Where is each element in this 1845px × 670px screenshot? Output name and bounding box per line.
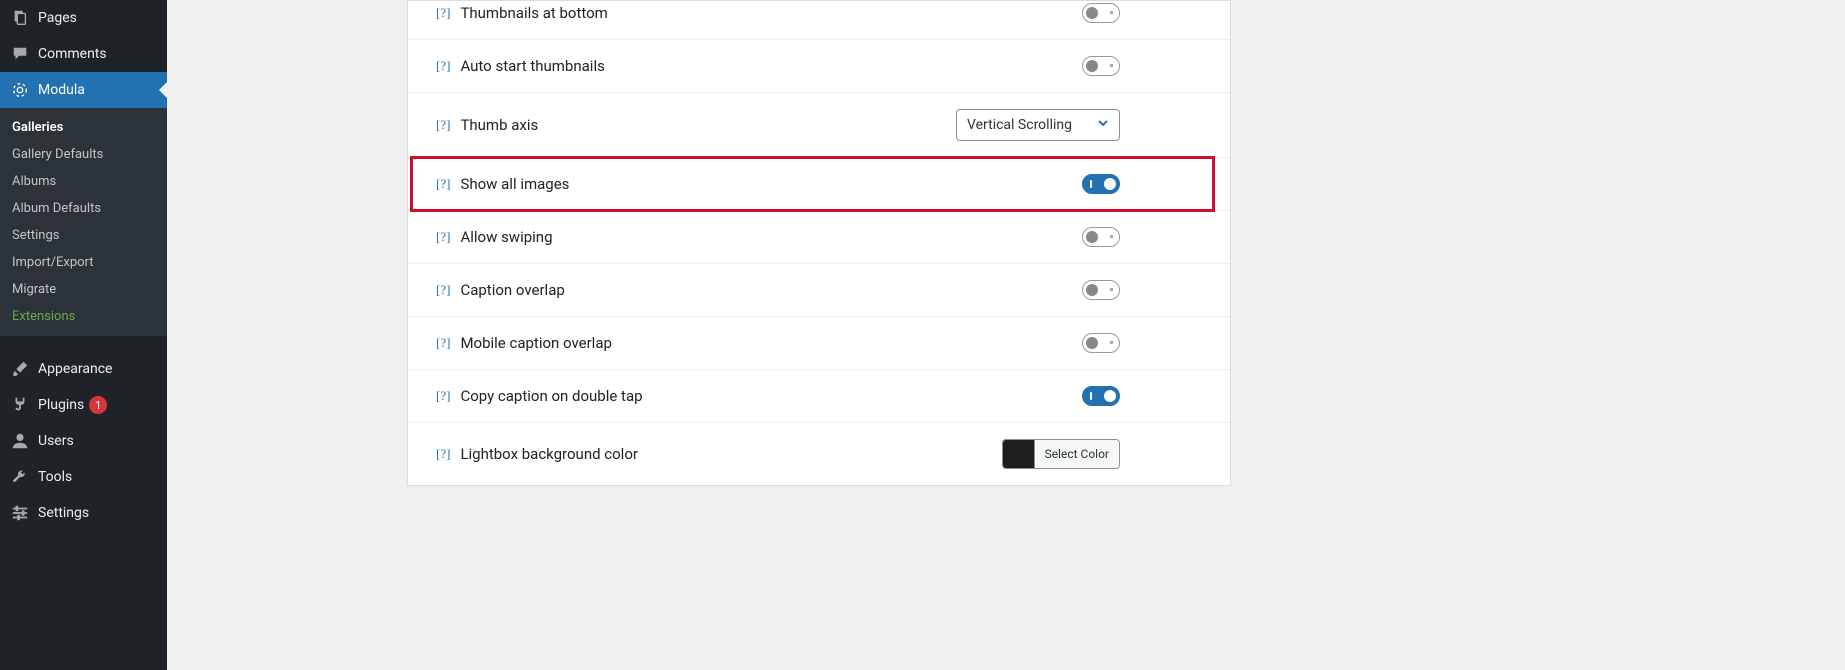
sidebar-item-plugins[interactable]: Plugins 1 bbox=[0, 387, 167, 423]
sidebar-item-users[interactable]: Users bbox=[0, 423, 167, 459]
setting-label: Mobile caption overlap bbox=[460, 334, 710, 352]
copy-caption-double-tap-toggle[interactable] bbox=[1082, 386, 1120, 406]
row-thumbnails-bottom: [?] Thumbnails at bottom bbox=[408, 1, 1230, 40]
row-auto-start-thumbnails: [?] Auto start thumbnails bbox=[408, 40, 1230, 93]
setting-label: Thumb axis bbox=[460, 116, 710, 134]
allow-swiping-toggle[interactable] bbox=[1082, 227, 1120, 247]
modula-icon bbox=[10, 80, 30, 100]
submenu-item-albums[interactable]: Albums bbox=[0, 168, 167, 195]
show-all-images-toggle[interactable] bbox=[1082, 174, 1120, 194]
sidebar-item-appearance[interactable]: Appearance bbox=[0, 351, 167, 387]
sidebar-submenu: Galleries Gallery Defaults Albums Album … bbox=[0, 108, 167, 336]
row-mobile-caption-overlap: [?] Mobile caption overlap bbox=[408, 317, 1230, 370]
wrench-icon bbox=[10, 467, 30, 487]
sidebar-item-pages[interactable]: Pages bbox=[0, 0, 167, 36]
row-caption-overlap: [?] Caption overlap bbox=[408, 264, 1230, 317]
help-icon[interactable]: [?] bbox=[436, 388, 450, 404]
row-allow-swiping: [?] Allow swiping bbox=[408, 211, 1230, 264]
setting-label: Lightbox background color bbox=[460, 445, 710, 463]
help-icon[interactable]: [?] bbox=[436, 5, 450, 21]
row-lightbox-bg-color: [?] Lightbox background color Select Col… bbox=[408, 423, 1230, 485]
setting-label: Caption overlap bbox=[460, 281, 710, 299]
pages-icon bbox=[10, 8, 30, 28]
row-copy-caption-double-tap: [?] Copy caption on double tap bbox=[408, 370, 1230, 423]
sidebar-item-modula[interactable]: Modula bbox=[0, 72, 167, 108]
sidebar-item-label: Settings bbox=[38, 505, 89, 521]
sidebar-item-label: Tools bbox=[38, 469, 72, 485]
help-icon[interactable]: [?] bbox=[436, 335, 450, 351]
select-color-button[interactable]: Select Color bbox=[1035, 440, 1119, 468]
setting-label: Copy caption on double tap bbox=[460, 387, 710, 405]
sidebar-item-settings[interactable]: Settings bbox=[0, 495, 167, 531]
submenu-item-galleries[interactable]: Galleries bbox=[0, 114, 167, 141]
help-icon[interactable]: [?] bbox=[436, 229, 450, 245]
submenu-item-album-defaults[interactable]: Album Defaults bbox=[0, 195, 167, 222]
help-icon[interactable]: [?] bbox=[436, 282, 450, 298]
color-swatch[interactable] bbox=[1003, 440, 1035, 468]
lightbox-bg-color-picker[interactable]: Select Color bbox=[1002, 439, 1120, 469]
main-content: [?] Thumbnails at bottom [?] Auto start … bbox=[167, 0, 1845, 670]
chevron-down-icon bbox=[1097, 117, 1109, 133]
select-value: Vertical Scrolling bbox=[967, 117, 1072, 133]
setting-label: Allow swiping bbox=[460, 228, 710, 246]
sidebar-item-label: Users bbox=[38, 433, 74, 449]
submenu-item-import-export[interactable]: Import/Export bbox=[0, 249, 167, 276]
sidebar-item-label: Pages bbox=[38, 10, 77, 26]
caption-overlap-toggle[interactable] bbox=[1082, 280, 1120, 300]
sidebar-item-tools[interactable]: Tools bbox=[0, 459, 167, 495]
admin-sidebar: Pages Comments Modula Galleries Gallery … bbox=[0, 0, 167, 670]
user-icon bbox=[10, 431, 30, 451]
plug-icon bbox=[10, 395, 30, 415]
submenu-item-gallery-defaults[interactable]: Gallery Defaults bbox=[0, 141, 167, 168]
sidebar-item-label: Appearance bbox=[38, 361, 112, 377]
auto-start-thumbnails-toggle[interactable] bbox=[1082, 56, 1120, 76]
row-show-all-images: [?] Show all images bbox=[408, 158, 1230, 211]
sidebar-item-label: Comments bbox=[38, 46, 107, 62]
submenu-item-extensions[interactable]: Extensions bbox=[0, 303, 167, 330]
submenu-item-settings[interactable]: Settings bbox=[0, 222, 167, 249]
thumb-axis-select[interactable]: Vertical Scrolling bbox=[956, 109, 1120, 141]
row-thumb-axis: [?] Thumb axis Vertical Scrolling bbox=[408, 93, 1230, 158]
sidebar-item-label: Plugins bbox=[38, 397, 84, 413]
sidebar-item-label: Modula bbox=[38, 82, 85, 98]
sidebar-item-comments[interactable]: Comments bbox=[0, 36, 167, 72]
help-icon[interactable]: [?] bbox=[436, 58, 450, 74]
sliders-icon bbox=[10, 503, 30, 523]
help-icon[interactable]: [?] bbox=[436, 446, 450, 462]
comments-icon bbox=[10, 44, 30, 64]
help-icon[interactable]: [?] bbox=[436, 117, 450, 133]
help-icon[interactable]: [?] bbox=[436, 176, 450, 192]
brush-icon bbox=[10, 359, 30, 379]
setting-label: Auto start thumbnails bbox=[460, 57, 710, 75]
submenu-item-migrate[interactable]: Migrate bbox=[0, 276, 167, 303]
settings-panel: [?] Thumbnails at bottom [?] Auto start … bbox=[407, 0, 1231, 486]
mobile-caption-overlap-toggle[interactable] bbox=[1082, 333, 1120, 353]
setting-label: Show all images bbox=[460, 175, 710, 193]
update-badge: 1 bbox=[89, 396, 107, 414]
menu-separator bbox=[0, 336, 167, 351]
setting-label: Thumbnails at bottom bbox=[460, 4, 710, 22]
thumbnails-bottom-toggle[interactable] bbox=[1082, 3, 1120, 23]
